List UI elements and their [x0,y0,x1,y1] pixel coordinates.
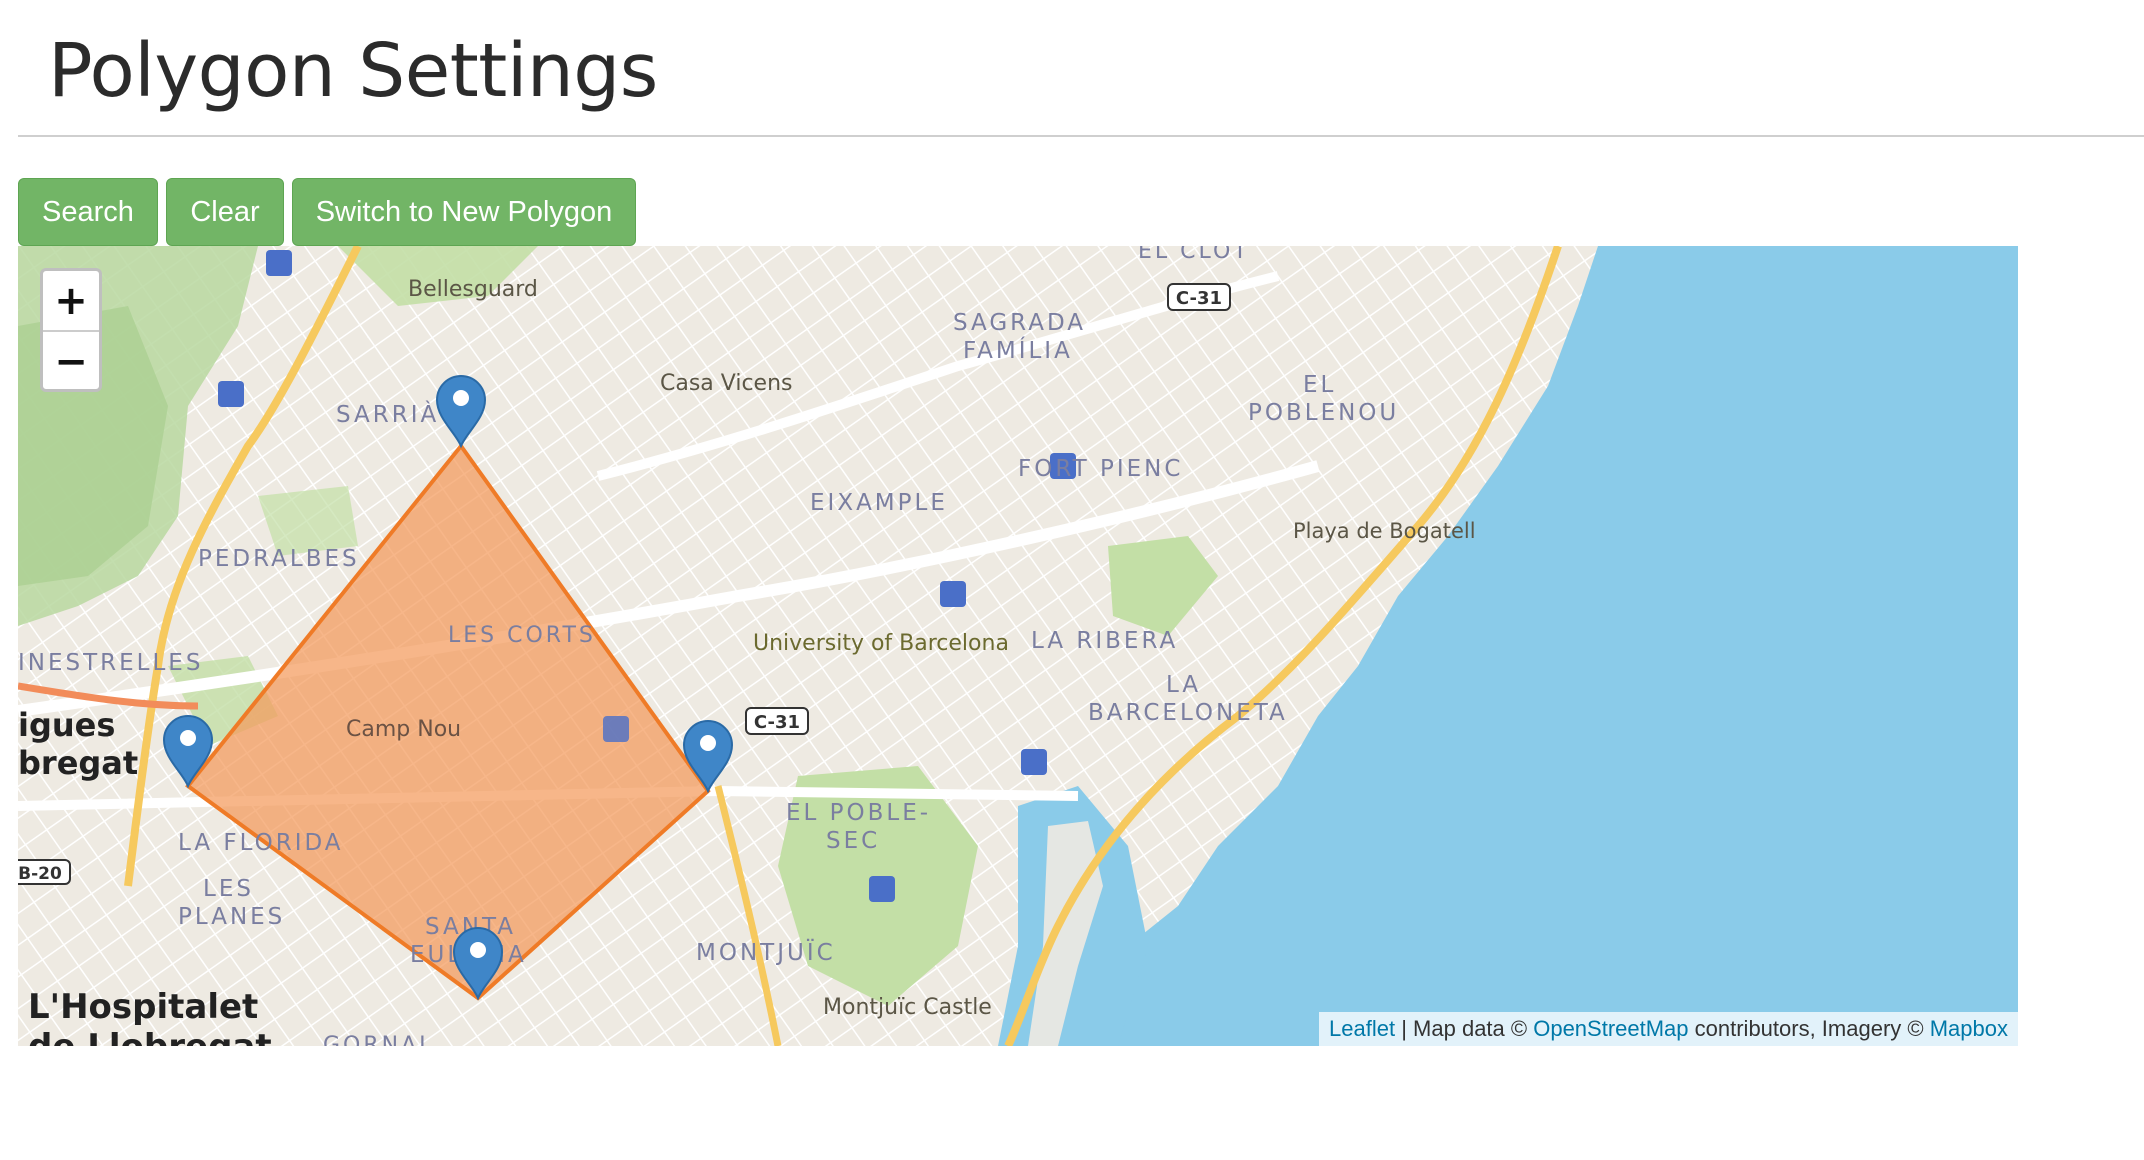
label-casa-vicens: Casa Vicens [660,371,793,396]
label-hospitalet-1: L'Hospitalet [28,987,258,1027]
label-finestrelles: INESTRELLES [18,650,203,676]
label-les-planes-2: PLANES [178,904,285,930]
label-el-poblenou-2: POBLENOU [1248,400,1399,426]
leaflet-link[interactable]: Leaflet [1329,1016,1395,1042]
label-la-florida: LA FLORIDA [178,830,344,856]
label-la-ribera: LA RIBERA [1031,628,1178,654]
map-attribution: Leaflet | Map data © OpenStreetMap contr… [1319,1012,2018,1046]
label-sarria: SARRIÀ [336,400,439,428]
label-sagrada-2: FAMÍLIA [963,336,1073,364]
label-eixample: EIXAMPLE [810,490,948,516]
label-les-corts: LES CORTS [448,623,596,648]
openstreetmap-link[interactable]: OpenStreetMap [1533,1016,1688,1042]
label-llobregat-2: bregat [18,744,138,782]
label-montjuic: MONTJUÏC [696,938,836,966]
label-university: University of Barcelona [753,631,1009,656]
search-button[interactable]: Search [18,178,158,246]
shield-c31-north: C-31 [1176,288,1222,309]
switch-to-new-polygon-button[interactable]: Switch to New Polygon [292,178,636,246]
label-playa: Playa de Bogatell [1293,519,1476,543]
shield-b20: B-20 [18,864,62,884]
label-camp-nou: Camp Nou [346,717,461,742]
label-llobregat-1: igues [18,706,115,744]
label-sagrada-1: SAGRADA [953,310,1086,336]
label-hospitalet-2: de Llobregat [28,1027,272,1046]
page-title: Polygon Settings [48,28,658,114]
clear-button[interactable]: Clear [166,178,284,246]
title-divider [18,135,2144,137]
zoom-in-button[interactable]: + [43,271,99,332]
label-montjuic-castle: Montjuïc Castle [823,995,992,1020]
attribution-text-2: contributors, Imagery © [1688,1016,1930,1041]
map-container[interactable]: C-31 C-31 B-20 Bellesguard EL CLOT SAGRA… [18,246,2018,1046]
label-el-poble-sec-1: EL POBLE- [786,800,931,826]
label-la-barceloneta-2: BARCELONETA [1088,700,1288,726]
label-el-poblenou-1: EL [1303,372,1336,398]
zoom-out-button[interactable]: − [43,332,99,389]
label-bellesguard: Bellesguard [408,277,538,302]
label-les-planes-1: LES [203,876,254,902]
label-el-poble-sec-2: SEC [826,828,880,854]
attribution-text-1: | Map data © [1395,1016,1534,1041]
zoom-control: + − [40,268,102,392]
label-gornal: GORNAL [323,1033,434,1046]
mapbox-link[interactable]: Mapbox [1930,1016,2008,1042]
map-tiles[interactable]: C-31 C-31 B-20 Bellesguard EL CLOT SAGRA… [18,246,2018,1046]
label-la-barceloneta-1: LA [1166,672,1201,698]
shield-c31-south: C-31 [754,712,800,733]
label-el-clot: EL CLOT [1138,246,1250,264]
label-fort-pienc: FORT PIENC [1018,456,1183,482]
label-pedralbes: PEDRALBES [198,546,360,572]
